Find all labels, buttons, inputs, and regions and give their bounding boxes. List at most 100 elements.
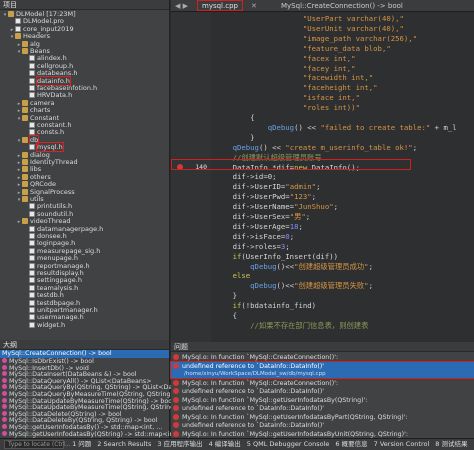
file-icon — [15, 18, 21, 25]
file-icon — [29, 314, 35, 321]
output-pane-button[interactable]: 4 编译输出 — [209, 439, 241, 450]
file-icon — [29, 55, 35, 62]
error-icon — [173, 405, 179, 411]
code-line[interactable]: "facey int," — [215, 64, 474, 73]
issue-text: undefined reference to `DataInfo::DataIn… — [182, 422, 325, 429]
code-line[interactable]: } — [215, 291, 474, 300]
folder-icon — [22, 159, 28, 165]
output-pane-button[interactable]: 6 概要信息 — [335, 439, 367, 450]
code-line[interactable]: { — [215, 113, 474, 122]
editor-tab-bar: ◀ ▶ mysql.cpp ✕ MySql::CreateConnection(… — [171, 0, 474, 12]
method-icon — [2, 364, 7, 370]
folder-icon — [22, 181, 28, 188]
close-icon[interactable]: ✕ — [251, 0, 257, 12]
code-line[interactable]: dif->roles=3; — [215, 242, 474, 251]
outline-selector[interactable]: MySql::CreateConnection() -> bool — [0, 350, 169, 358]
folder-icon — [22, 166, 28, 173]
code-line[interactable]: dif->UserAge=18; — [215, 222, 474, 231]
code-line[interactable]: "UserPart varchar(40)," — [215, 14, 474, 23]
file-icon — [29, 233, 35, 239]
output-pane-button[interactable]: 8 测试结果 — [435, 439, 467, 450]
code-line[interactable]: dif->isFace=0; — [215, 232, 474, 241]
folder-icon — [22, 151, 28, 158]
code-line[interactable]: dif->UserPwd="123"; — [215, 192, 474, 201]
nav-back-icon[interactable]: ◀ ▶ — [175, 0, 188, 12]
folder-icon — [22, 196, 28, 202]
code-line[interactable]: qDebug() << "create m_userinfo_table ok!… — [215, 143, 474, 152]
file-icon — [29, 284, 35, 291]
code-line[interactable]: if(!bdatainfo_find) — [215, 301, 474, 310]
method-icon — [2, 391, 7, 396]
code-line[interactable]: "facex int," — [215, 54, 474, 63]
issue-row[interactable]: undefined reference to `DataInfo::DataIn… — [170, 360, 474, 379]
file-icon — [29, 247, 35, 254]
code-line[interactable]: qDebug() << "failed to create table:" + … — [215, 123, 474, 132]
issue-text: undefined reference to `DataInfo::DataIn… — [182, 362, 325, 370]
tree-item[interactable]: widget.h — [0, 321, 169, 329]
error-icon — [173, 354, 179, 360]
file-icon — [29, 307, 35, 313]
file-icon — [29, 277, 35, 284]
code-line[interactable]: qDebug()<<"创建超级管理员失败"; — [215, 281, 474, 290]
method-icon — [2, 404, 7, 410]
output-pane-button[interactable]: 3 应用程序输出 — [157, 439, 202, 450]
file-icon — [29, 210, 35, 217]
output-pane-button[interactable]: 2 Search Results — [97, 439, 151, 450]
file-icon — [29, 299, 35, 306]
code-line[interactable]: dif->UserID="admin"; — [215, 182, 474, 191]
editor-file-tab[interactable]: mysql.cpp — [197, 0, 243, 11]
file-icon — [29, 129, 35, 136]
symbol-breadcrumb[interactable]: MySql::CreateConnection() -> bool — [281, 0, 403, 12]
code-line[interactable]: //如果不存在部门信息表，则创建表 — [215, 321, 474, 330]
code-editor[interactable]: ◀ ▶ mysql.cpp ✕ MySql::CreateConnection(… — [171, 0, 474, 342]
folder-icon — [22, 48, 28, 54]
code-line[interactable]: "roles int))" — [215, 103, 474, 112]
file-icon — [29, 292, 35, 299]
folder-icon — [22, 114, 28, 121]
outline-item-label: MySql::getUserInfodatasBy(QString) -> st… — [9, 430, 186, 438]
file-icon — [29, 144, 35, 151]
tree-item-label: widget.h — [37, 320, 66, 329]
file-icon — [29, 240, 35, 247]
error-icon — [173, 388, 179, 394]
folder-icon — [22, 136, 28, 143]
file-icon — [29, 70, 35, 77]
code-line[interactable]: dif->UserSex="男"; — [215, 212, 474, 221]
code-line[interactable]: } — [215, 133, 474, 142]
file-icon — [29, 203, 35, 210]
file-icon — [29, 122, 35, 128]
output-pane-button[interactable]: 1 问题 — [72, 439, 91, 450]
code-line[interactable]: "UserUnit varchar(40)," — [215, 24, 474, 33]
outline-panel-title: 大纲 — [0, 340, 169, 350]
file-icon — [29, 270, 35, 276]
code-line[interactable]: { — [215, 311, 474, 320]
code-line[interactable]: "image_path varchar(256)," — [215, 34, 474, 43]
code-line[interactable]: "faceheight int," — [215, 83, 474, 92]
code-line[interactable]: qDebug()<<"创建超级管理员成功"; — [215, 262, 474, 271]
method-icon — [2, 410, 7, 416]
issue-text: MySql.o: In function `MySql::getUserInfo… — [182, 430, 408, 438]
folder-icon — [22, 173, 28, 180]
method-icon — [2, 424, 7, 429]
folder-icon — [15, 33, 21, 40]
method-icon — [2, 371, 7, 377]
error-icon — [173, 379, 179, 386]
method-icon — [2, 384, 7, 390]
issue-text: MySql.o: In function `MySql::CreateConne… — [182, 379, 339, 387]
code-line[interactable]: dif->UserName="JunShuo"; — [215, 202, 474, 211]
issue-text: undefined reference to `DataInfo::DataIn… — [182, 388, 325, 395]
locator-input[interactable]: Type to locate (Ctrl... — [4, 440, 71, 449]
issues-panel: 问题 MySql.o: In function `MySql::CreateCo… — [170, 342, 474, 438]
project-tree[interactable]: ▾ DLModel [17:23M] DLModel.pro ▸ core_input2… — [0, 10, 169, 340]
output-pane-button[interactable]: 7 Version Control — [374, 439, 430, 450]
output-pane-button[interactable]: 5 QML Debugger Console — [247, 439, 330, 450]
folder-icon — [8, 11, 14, 17]
method-icon — [2, 417, 7, 423]
code-line[interactable]: if(UserInfo_Insert(dif)) — [215, 252, 474, 261]
code-line[interactable]: "isface int," — [215, 93, 474, 102]
code-line[interactable]: else — [215, 271, 474, 280]
outline-panel: 大纲 MySql::CreateConnection() -> bool MyS… — [0, 340, 195, 438]
code-line[interactable]: "feature_data blob," — [215, 44, 474, 53]
code-line[interactable]: dif->id=0; — [215, 172, 474, 181]
code-line[interactable]: "facewidth int," — [215, 73, 474, 82]
